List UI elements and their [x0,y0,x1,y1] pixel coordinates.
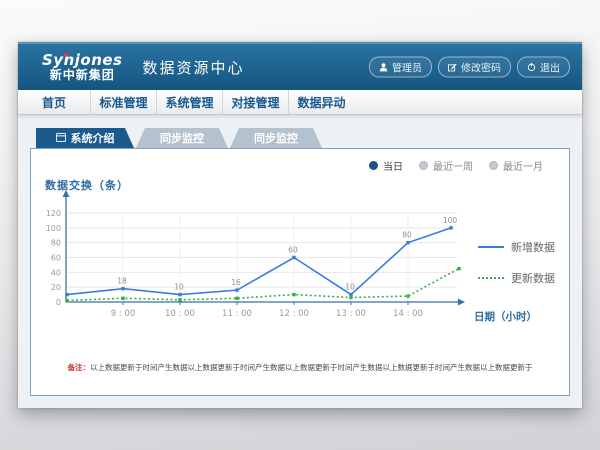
x-tick-labels: 9 : 00 10 : 00 11 : 00 12 : 00 13 : 00 14 : 0… [111,302,423,319]
user-action-label: 修改密码 [461,60,501,75]
data-point-label: 10 [174,283,184,292]
footnote-label: 备注： [68,363,91,372]
logo-text-cn: 新中新集团 [42,69,123,82]
data-point-label: 100 [443,216,458,225]
data-point-marker [178,293,181,296]
time-range-options: 当日 最近一周 最近一月 [369,158,543,173]
data-point-marker [65,299,68,302]
user-action-account[interactable]: 管理员 [369,57,432,78]
user-icon [379,63,388,72]
tab-label: 同步监控 [254,130,298,146]
svg-text:0: 0 [56,298,61,307]
data-point-marker [406,241,409,244]
data-point-marker [457,267,460,270]
tab-bar: 系统介绍 同步监控 同步监控 [36,128,582,148]
logo: Synjones 新中新集团 [42,52,123,82]
app-window: Synjones 新中新集团 数据资源中心 管理员修改密码退出 首页标准管理系统… [18,42,582,408]
user-action-label: 管理员 [392,60,422,75]
y-tick-labels: 0 20 40 60 80 100 120 [46,209,61,307]
legend-item-0: 新增数据 [478,239,555,255]
radio-unselected-icon [489,161,498,170]
data-point-marker [406,294,409,297]
svg-text:11 : 00: 11 : 00 [222,309,252,319]
tab-0[interactable]: 系统介绍 [36,128,134,148]
chart-legend: 新增数据更新数据 [478,239,555,286]
data-point-marker [449,226,452,229]
svg-text:120: 120 [46,209,61,218]
nav-item-1[interactable]: 标准管理 [90,90,156,114]
svg-text:12 : 00: 12 : 00 [279,309,309,319]
data-point-marker [349,293,352,296]
range-option-2[interactable]: 最近一月 [489,158,543,173]
data-point-marker [65,293,68,296]
edit-icon [448,63,457,72]
range-option-label: 当日 [383,158,403,173]
range-option-0[interactable]: 当日 [369,158,403,173]
svg-text:20: 20 [51,283,61,292]
x-axis-title: 日期（小时） [474,310,537,323]
content-panel: 当日最近一周最近一月 数据交换（条） 0204060801001209 : 00… [30,148,570,396]
svg-text:10 : 00: 10 : 00 [165,309,195,319]
svg-text:60: 60 [51,254,61,263]
data-point-label: 60 [288,246,298,255]
legend-label: 新增数据 [511,239,555,255]
data-point-marker [178,298,181,301]
tab-2[interactable]: 同步监控 [230,128,322,148]
power-icon [527,63,536,72]
range-option-label: 最近一周 [433,158,473,173]
tab-1[interactable]: 同步监控 [136,128,228,148]
data-point-marker [121,297,124,300]
data-point-marker [121,287,124,290]
legend-item-1: 更新数据 [478,270,555,286]
data-point-marker [349,296,352,299]
page-title: 数据资源中心 [143,57,245,78]
svg-text:100: 100 [46,224,61,233]
legend-label: 更新数据 [511,270,555,286]
legend-swatch-dotted [478,277,504,279]
radio-unselected-icon [419,161,428,170]
svg-text:40: 40 [51,268,61,277]
logo-text-en: Synjones [42,52,123,69]
tab-label: 同步监控 [160,130,204,146]
user-action-change-password[interactable]: 修改密码 [438,57,511,78]
x-axis-arrow-icon [458,299,465,306]
svg-text:80: 80 [51,239,61,248]
radio-selected-icon [369,161,378,170]
user-action-logout[interactable]: 退出 [517,57,570,78]
footnote: 备注：以上数据更新于时间产生数据以上数据更新于时间产生数据以上数据更新于时间产生… [31,362,569,373]
nav-item-0[interactable]: 首页 [18,90,90,114]
range-option-1[interactable]: 最近一周 [419,158,473,173]
y-axis-arrow-icon [63,190,70,197]
user-actions: 管理员 修改密码 退出 [369,57,570,78]
folder-icon [56,132,66,145]
data-point-marker [292,256,295,259]
data-point-marker [235,297,238,300]
svg-text:13 : 00: 13 : 00 [336,309,366,319]
data-point-label: 10 [345,283,355,292]
svg-text:9 : 00: 9 : 00 [111,309,136,319]
main-nav: 首页标准管理系统管理对接管理数据异动 [18,90,582,115]
data-point-label: 80 [402,231,412,240]
nav-item-3[interactable]: 对接管理 [222,90,288,114]
app-header: Synjones 新中新集团 数据资源中心 管理员 修改密码 退出 [18,42,582,90]
data-point-marker [292,293,295,296]
data-point-label: 18 [117,277,127,286]
nav-item-2[interactable]: 系统管理 [156,90,222,114]
nav-item-4[interactable]: 数据异动 [288,90,354,114]
tab-label: 系统介绍 [71,130,115,146]
data-point-label: 16 [231,278,241,287]
svg-text:14 : 00: 14 : 00 [393,309,423,319]
user-action-label: 退出 [540,60,560,75]
line-chart: 0 20 40 60 80 100 120 9 : 00 10 : 00 11 : 00 12 : … [37,187,547,337]
legend-swatch-solid [478,246,504,248]
footnote-text: 以上数据更新于时间产生数据以上数据更新于时间产生数据以上数据更新于时间产生数据以… [90,363,533,372]
range-option-label: 最近一月 [503,158,543,173]
data-point-marker [235,288,238,291]
